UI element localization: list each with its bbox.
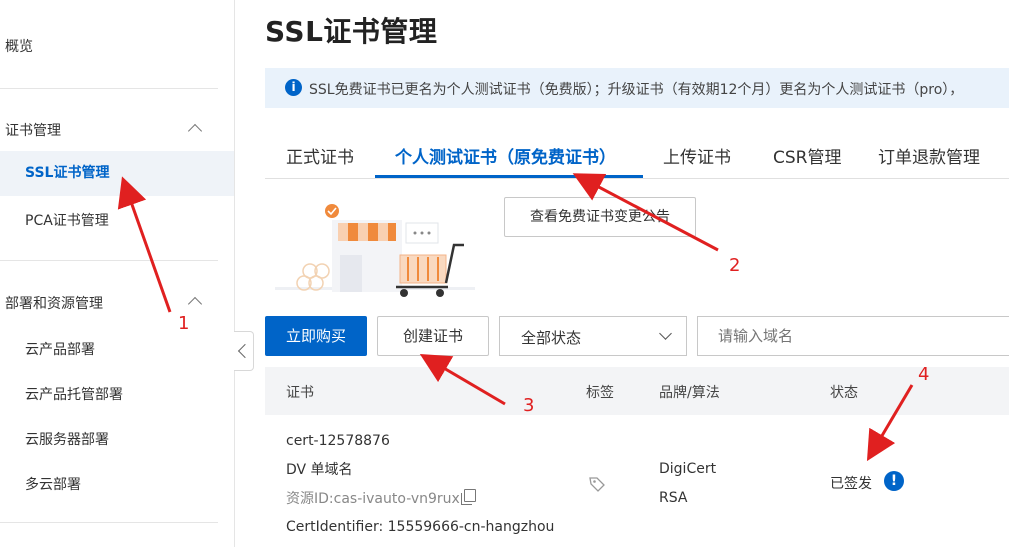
annotation-number: 4	[918, 364, 930, 385]
sidebar-item-cloud-deploy[interactable]: 云产品部署	[0, 339, 234, 359]
sidebar-collapse-button[interactable]	[234, 331, 254, 371]
tab-csr-management[interactable]: CSR管理	[773, 143, 841, 168]
annotation-number: 2	[729, 255, 741, 276]
sidebar-item-overview[interactable]: 概览	[0, 36, 239, 56]
annotation-number: 3	[523, 395, 535, 416]
status-select[interactable]: 全部状态	[499, 316, 687, 356]
column-header-cert: 证书	[286, 385, 314, 401]
info-icon: i	[285, 79, 302, 96]
sidebar-group-cert[interactable]: 证书管理	[0, 120, 239, 140]
tab-upload-cert[interactable]: 上传证书	[663, 143, 731, 168]
tab-refund-management[interactable]: 订单退款管理	[878, 143, 980, 168]
cert-identifier: CertIdentifier: 15559666-cn-hangzhou	[286, 519, 555, 535]
sidebar-group-label: 部署和资源管理	[5, 296, 103, 312]
sidebar-divider	[0, 260, 218, 261]
chevron-down-icon	[659, 327, 672, 340]
sidebar-divider	[0, 522, 218, 523]
column-header-brand: 品牌/算法	[659, 385, 720, 401]
tab-personal-test-cert[interactable]: 个人测试证书（原免费证书）	[395, 143, 616, 168]
tag-icon[interactable]	[588, 475, 606, 493]
column-header-status[interactable]: 状态	[830, 382, 858, 402]
sidebar-item-hosted-deploy[interactable]: 云产品托管部署	[0, 384, 234, 404]
cert-name[interactable]: cert-12578876	[286, 433, 390, 449]
sidebar: 概览 证书管理 SSL证书管理 PCA证书管理 部署和资源管理 云产品部署 云产…	[0, 0, 235, 547]
cert-algorithm: RSA	[659, 490, 688, 506]
status-select-value: 全部状态	[521, 329, 582, 347]
cert-type: DV 单域名	[286, 462, 353, 478]
tab-bar: 正式证书 个人测试证书（原免费证书） 上传证书 CSR管理 订单退款管理	[265, 130, 1009, 179]
annotation-number: 1	[178, 313, 190, 334]
notice-banner: i SSL免费证书已更名为个人测试证书（免费版）；升级证书（有效期12个月）更名…	[265, 68, 1009, 108]
active-tab-indicator	[375, 175, 643, 178]
resource-id: 资源ID:cas-ivauto-vn9rux	[286, 491, 460, 507]
sidebar-divider	[0, 88, 218, 89]
shopping-illustration	[275, 204, 475, 297]
column-header-tags: 标签	[586, 385, 614, 401]
sidebar-item-server-deploy[interactable]: 云服务器部署	[0, 429, 234, 449]
cert-brand: DigiCert	[659, 461, 717, 477]
chevron-left-icon	[237, 343, 253, 359]
notice-text: SSL免费证书已更名为个人测试证书（免费版）；升级证书（有效期12个月）更名为个…	[309, 82, 964, 98]
warning-icon[interactable]: !	[884, 471, 904, 491]
copy-icon[interactable]	[461, 489, 476, 505]
view-notice-button[interactable]: 查看免费证书变更公告	[504, 197, 696, 237]
sidebar-item-multicloud-deploy[interactable]: 多云部署	[0, 474, 234, 494]
buy-now-button[interactable]: 立即购买	[265, 316, 367, 356]
table-row: cert-12578876 DV 单域名 资源ID:cas-ivauto-vn9…	[265, 415, 1009, 547]
tab-official-cert[interactable]: 正式证书	[286, 143, 354, 168]
domain-search-input[interactable]	[697, 316, 1009, 356]
sidebar-item-pca[interactable]: PCA证书管理	[0, 210, 234, 230]
cert-status: 已签发	[830, 476, 872, 492]
table-header: 证书 标签 品牌/算法 状态	[265, 367, 1009, 415]
sidebar-group-label: 证书管理	[5, 123, 61, 139]
page-title: SSL证书管理	[265, 15, 438, 48]
sidebar-group-deploy[interactable]: 部署和资源管理	[0, 293, 239, 313]
create-cert-button[interactable]: 创建证书	[377, 316, 489, 356]
sidebar-item-ssl[interactable]: SSL证书管理	[0, 151, 234, 196]
